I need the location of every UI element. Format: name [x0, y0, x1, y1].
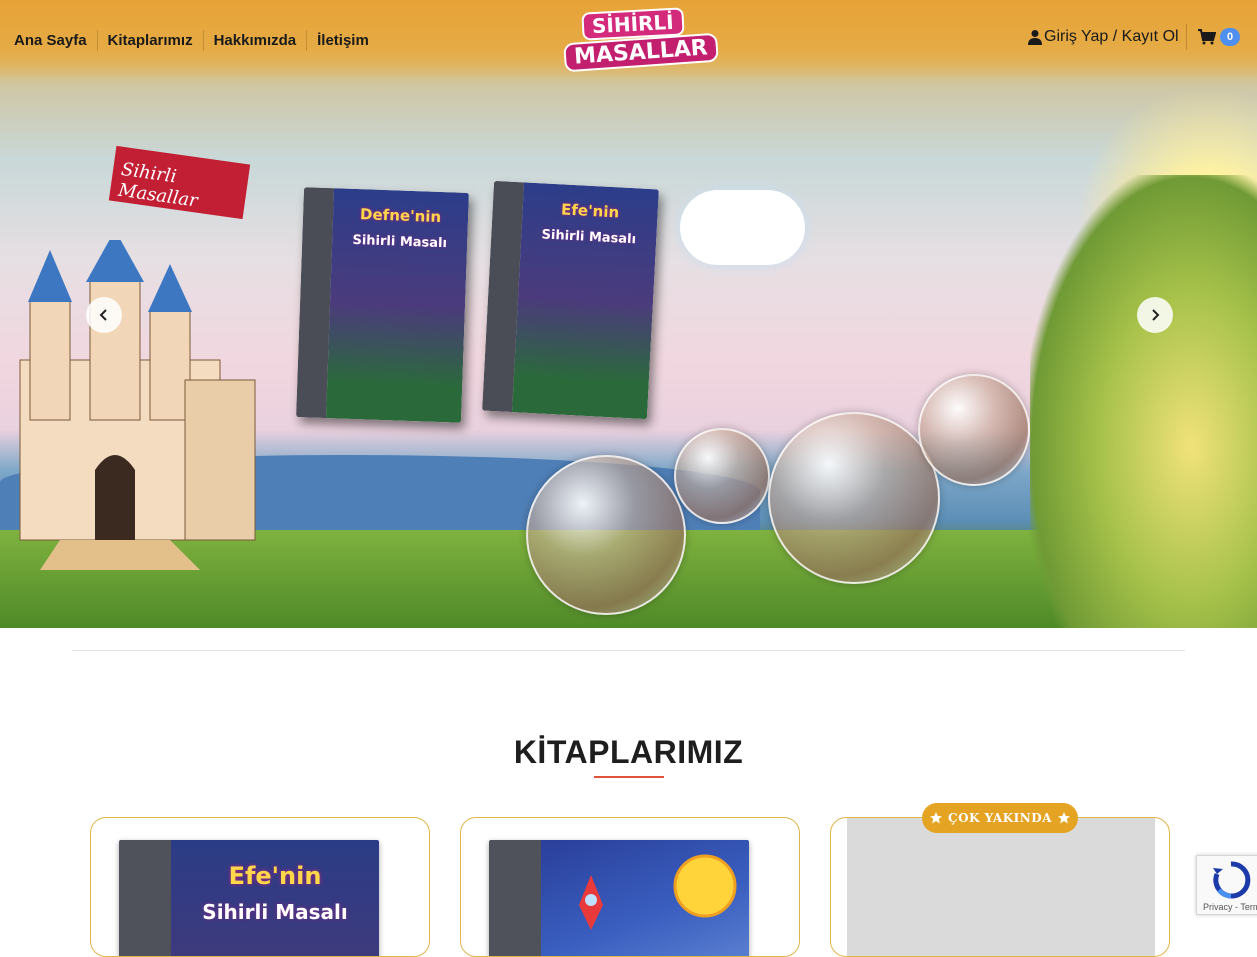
book-cover	[541, 840, 749, 956]
carousel-prev-button[interactable]	[86, 297, 122, 333]
chevron-right-icon	[1152, 309, 1160, 321]
nav-about[interactable]: Hakkımızda	[204, 30, 308, 51]
carousel-next-button[interactable]	[1137, 297, 1173, 333]
login-register-link[interactable]: Giriş Yap / Kayıt Ol	[1028, 28, 1179, 46]
book-spine	[119, 840, 171, 956]
cart-button[interactable]: 0	[1198, 28, 1240, 46]
book-spine	[489, 840, 541, 956]
section-divider	[72, 650, 1185, 651]
coming-soon-label: ÇOK YAKINDA	[948, 811, 1052, 825]
cloud-illustration	[680, 190, 805, 265]
title-underline	[594, 776, 664, 778]
section-title: KİTAPLARIMIZ	[513, 734, 744, 770]
sun-icon	[673, 854, 737, 918]
castle-flag: Sihirli Masallar	[108, 145, 251, 220]
bubble-scene	[768, 412, 940, 584]
main-nav: Ana Sayfa Kitaplarımız Hakkımızda İletiş…	[4, 30, 379, 51]
recaptcha-icon	[1213, 861, 1251, 899]
user-icon	[1028, 30, 1042, 45]
book-card-coming-soon[interactable]	[830, 817, 1170, 957]
rocket-icon	[579, 875, 603, 930]
cart-icon	[1198, 29, 1216, 45]
star-icon	[1057, 812, 1070, 824]
book-cover	[171, 840, 379, 956]
top-navbar: Ana Sayfa Kitaplarımız Hakkımızda İletiş…	[0, 0, 1257, 80]
dragon-illustration	[1030, 175, 1257, 628]
book-image-placeholder	[847, 818, 1155, 956]
site-logo[interactable]: SİHİRLİ MASALLAR	[556, 2, 719, 76]
hero-book-efe: Efe'nin Sihirli Masalı	[482, 180, 659, 420]
login-label: Giriş Yap / Kayıt Ol	[1044, 28, 1179, 45]
book-card[interactable]	[460, 817, 800, 957]
nav-separator	[1186, 24, 1187, 50]
book-title: Efe'nin	[228, 862, 322, 890]
book-card[interactable]: Efe'nin Sihirli Masalı	[90, 817, 430, 957]
nav-books[interactable]: Kitaplarımız	[98, 30, 204, 51]
book-thumbnail: Efe'nin Sihirli Masalı	[119, 840, 379, 956]
nav-home[interactable]: Ana Sayfa	[4, 30, 98, 51]
book-thumbnail	[489, 840, 749, 956]
book-subtitle: Sihirli Masalı	[202, 900, 348, 924]
hero-book-defne: Defne'nin Sihirli Masalı	[296, 187, 469, 423]
recaptcha-links: Privacy - Terms	[1203, 902, 1257, 912]
bubble-scene	[674, 428, 770, 524]
star-icon	[930, 812, 943, 824]
castle-illustration	[19, 240, 256, 570]
recaptcha-badge[interactable]: Privacy - Terms	[1196, 855, 1257, 915]
hero-banner: Sihirli Masallar Defne'nin Sihirli Masal…	[0, 0, 1257, 628]
cart-count-badge: 0	[1220, 28, 1240, 46]
bubble-scene	[918, 374, 1030, 486]
coming-soon-badge: ÇOK YAKINDA	[922, 803, 1078, 833]
chevron-left-icon	[99, 309, 107, 321]
nav-contact[interactable]: İletişim	[307, 30, 379, 51]
bubble-scene	[526, 455, 686, 615]
